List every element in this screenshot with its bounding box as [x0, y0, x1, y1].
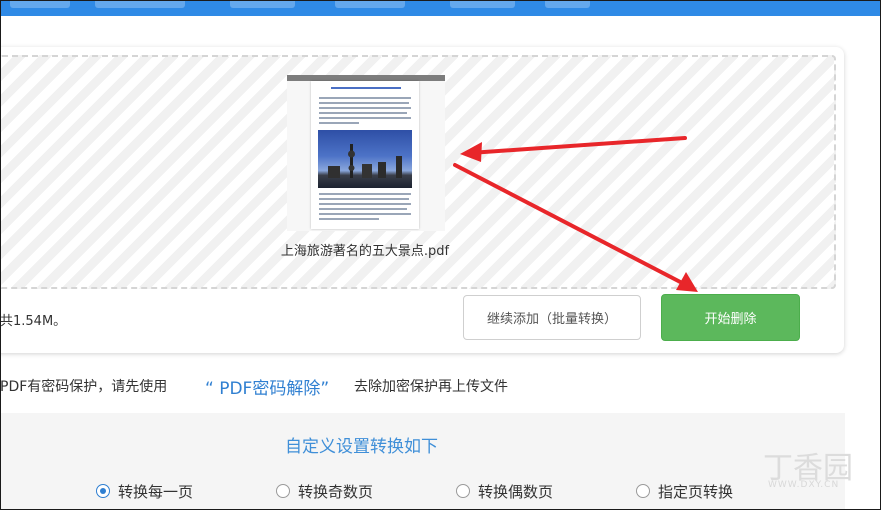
window-border: [0, 0, 881, 510]
